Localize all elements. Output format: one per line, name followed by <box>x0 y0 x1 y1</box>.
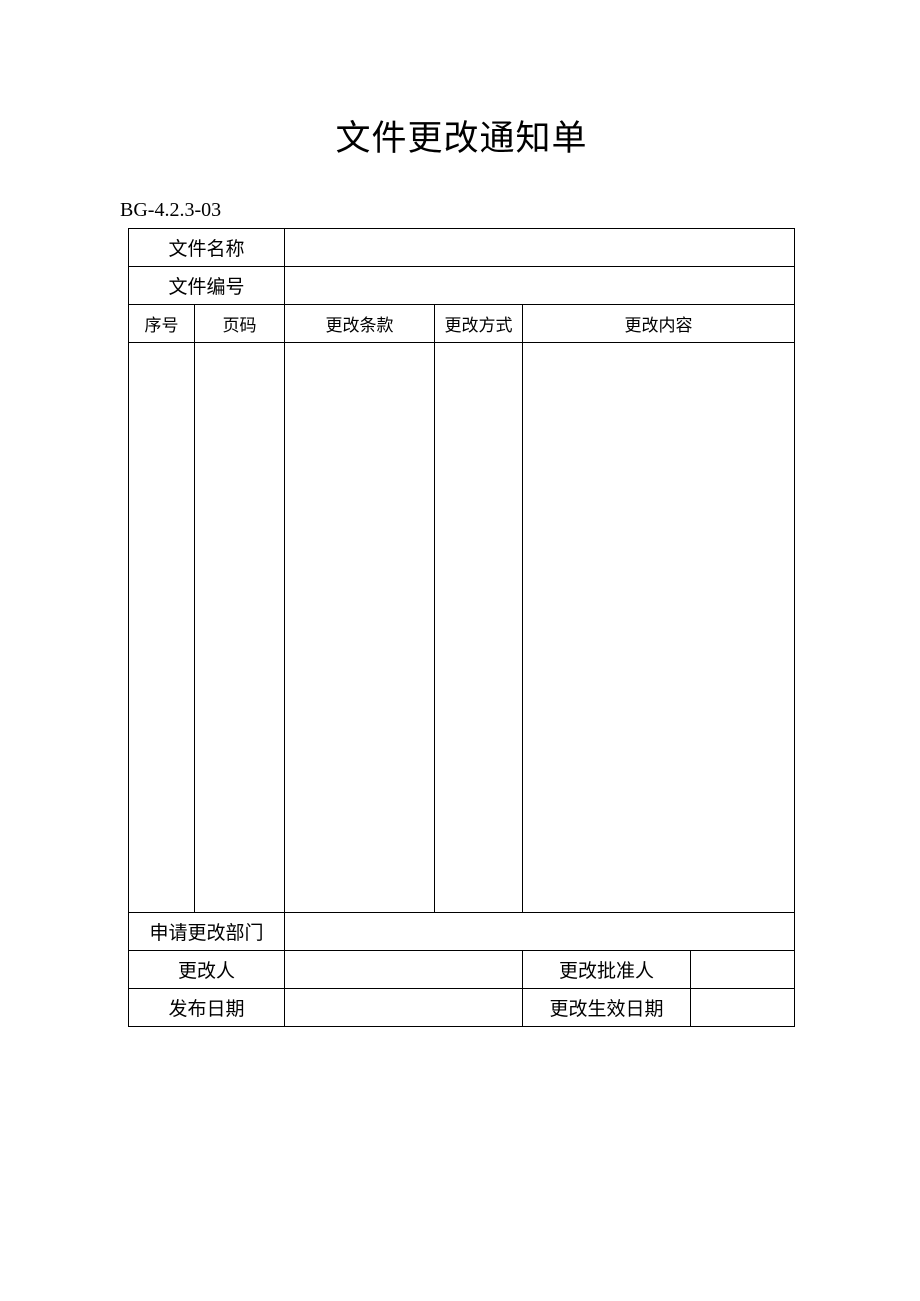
cell-clause <box>285 343 435 913</box>
label-dept: 申请更改部门 <box>129 913 285 951</box>
header-content: 更改内容 <box>523 305 795 343</box>
value-file-number <box>285 267 795 305</box>
header-seq: 序号 <box>129 305 195 343</box>
label-approver: 更改批准人 <box>523 951 691 989</box>
change-notice-table: 文件名称 文件编号 序号 页码 更改条款 更改方式 更改内容 <box>128 228 795 1027</box>
label-file-name: 文件名称 <box>129 229 285 267</box>
label-effective-date: 更改生效日期 <box>523 989 691 1027</box>
value-dept <box>285 913 795 951</box>
cell-method <box>435 343 523 913</box>
header-method: 更改方式 <box>435 305 523 343</box>
label-changer: 更改人 <box>129 951 285 989</box>
value-file-name <box>285 229 795 267</box>
header-page: 页码 <box>195 305 285 343</box>
value-effective-date <box>691 989 795 1027</box>
document-code: BG-4.2.3-03 <box>120 199 795 222</box>
document-title: 文件更改通知单 <box>128 110 795 161</box>
cell-content <box>523 343 795 913</box>
label-issue-date: 发布日期 <box>129 989 285 1027</box>
value-changer <box>285 951 523 989</box>
label-file-number: 文件编号 <box>129 267 285 305</box>
cell-page <box>195 343 285 913</box>
cell-seq <box>129 343 195 913</box>
value-approver <box>691 951 795 989</box>
header-clause: 更改条款 <box>285 305 435 343</box>
value-issue-date <box>285 989 523 1027</box>
